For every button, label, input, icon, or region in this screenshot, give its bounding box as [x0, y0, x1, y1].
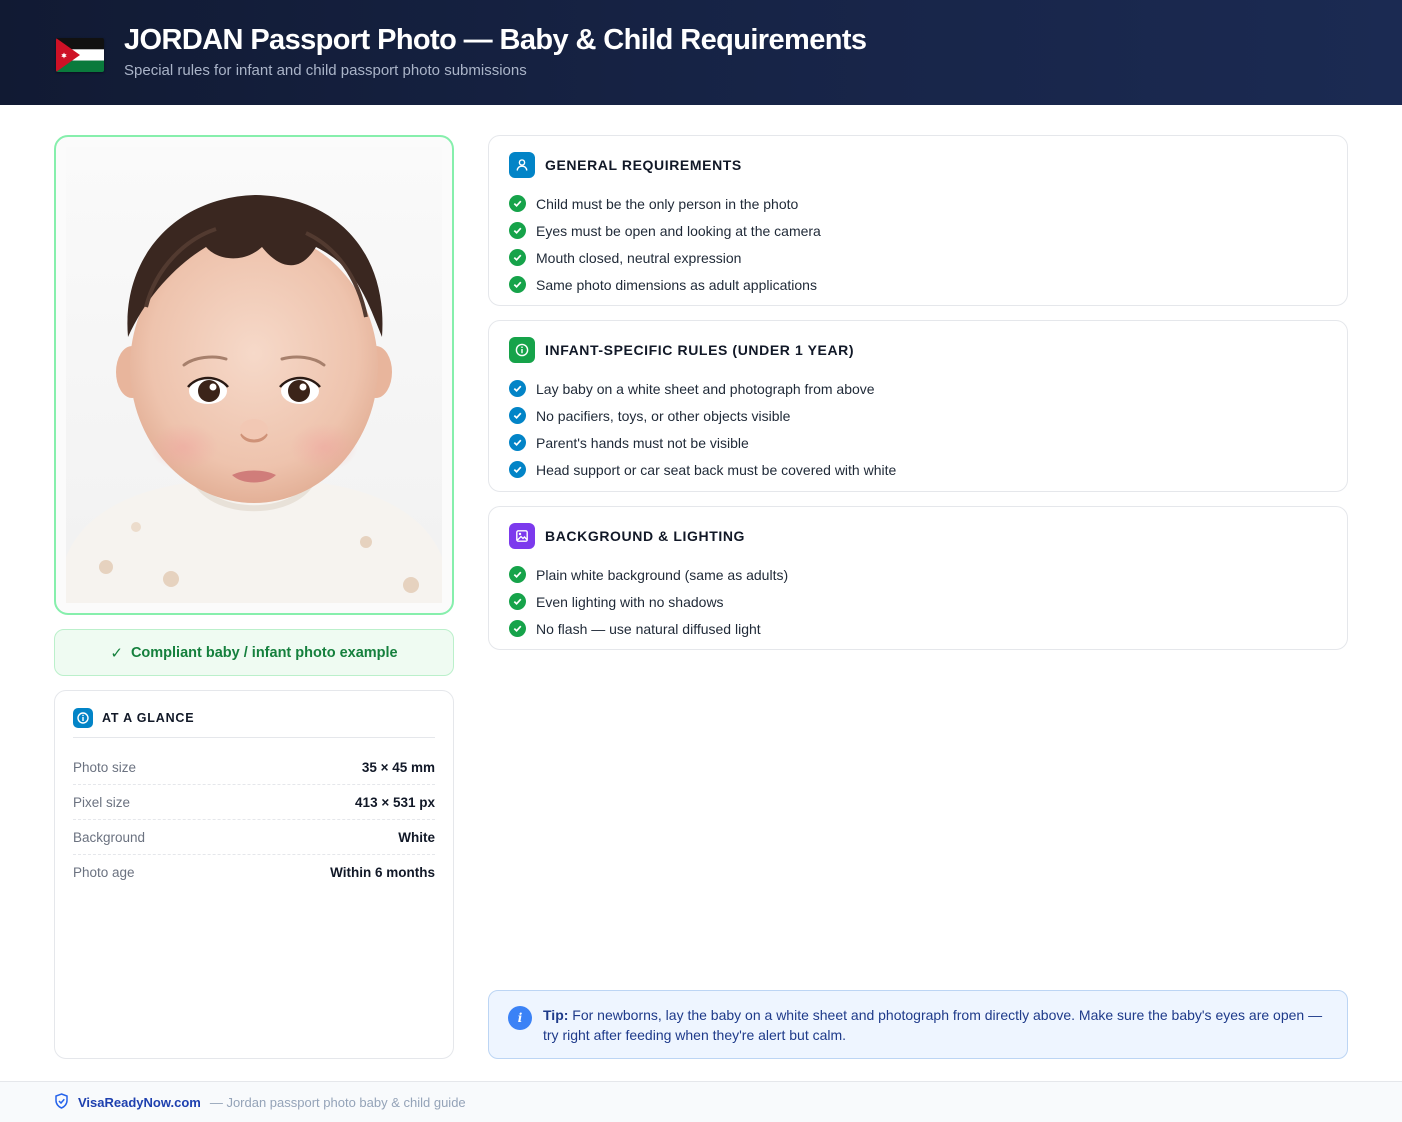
at-a-glance-card: AT A GLANCE Photo size 35 × 45 mm Pixel …	[54, 690, 454, 1059]
at-a-glance-title: AT A GLANCE	[102, 711, 195, 725]
tip-box: i Tip: For newborns, lay the baby on a w…	[488, 990, 1348, 1059]
shield-check-icon	[54, 1092, 69, 1112]
check-icon	[509, 195, 526, 212]
check-icon	[509, 249, 526, 266]
list-item-text: Mouth closed, neutral expression	[536, 249, 742, 266]
list-item: Child must be the only person in the pho…	[509, 190, 821, 217]
info-icon: i	[508, 1006, 532, 1030]
list-item: No pacifiers, toys, or other objects vis…	[509, 402, 896, 429]
glance-row-background: Background White	[73, 820, 435, 855]
glance-row-photo-age: Photo age Within 6 months	[73, 855, 435, 890]
checkmark-icon: ✓	[110, 644, 123, 662]
tip-body: For newborns, lay the baby on a white sh…	[543, 1007, 1323, 1043]
section-title: INFANT-SPECIFIC RULES (UNDER 1 YEAR)	[545, 342, 855, 358]
page-footer: VisaReadyNow.com — Jordan passport photo…	[0, 1081, 1402, 1122]
glance-row-label: Background	[73, 829, 146, 845]
compliant-photo-caption: ✓ Compliant baby / infant photo example	[54, 629, 454, 676]
section-title: BACKGROUND & LIGHTING	[545, 528, 746, 544]
footer-brand-link[interactable]: VisaReadyNow.com	[78, 1095, 201, 1110]
example-photo-card	[54, 135, 454, 615]
check-icon	[509, 566, 526, 583]
list-item-text: Child must be the only person in the pho…	[536, 195, 799, 212]
caption-text: Compliant baby / infant photo example	[130, 644, 398, 661]
section-header: GENERAL REQUIREMENTS	[509, 152, 742, 178]
glance-row-value: Within 6 months	[330, 865, 435, 880]
list-item: Lay baby on a white sheet and photograph…	[509, 375, 896, 402]
general-requirements-card: GENERAL REQUIREMENTS Child must be the o…	[488, 135, 1348, 306]
list-item: Mouth closed, neutral expression	[509, 244, 821, 271]
page-title: JORDAN Passport Photo — Baby & Child Req…	[124, 24, 867, 56]
jordan-flag-icon	[56, 38, 104, 72]
list-item: No flash — use natural diffused light	[509, 615, 788, 642]
list-item-text: Same photo dimensions as adult applicati…	[536, 276, 817, 293]
info-icon	[509, 337, 535, 363]
footer-description: — Jordan passport photo baby & child gui…	[209, 1094, 466, 1110]
check-icon	[509, 461, 526, 478]
glance-row-label: Photo age	[73, 865, 135, 880]
check-icon	[509, 380, 526, 397]
glance-row-value: 35 × 45 mm	[361, 759, 435, 775]
page-header: JORDAN Passport Photo — Baby & Child Req…	[0, 0, 1402, 105]
glance-row-label: Photo size	[73, 759, 137, 775]
list-item-text: Lay baby on a white sheet and photograph…	[536, 380, 875, 397]
section-header: BACKGROUND & LIGHTING	[509, 523, 745, 549]
tip-label: Tip:	[543, 1007, 569, 1023]
list-item-text: Even lighting with no shadows	[536, 593, 724, 610]
baby-photo-illustration	[66, 147, 442, 603]
tip-text: Tip: For newborns, lay the baby on a whi…	[543, 1005, 1333, 1045]
section-title: GENERAL REQUIREMENTS	[545, 157, 742, 173]
list-item: Plain white background (same as adults)	[509, 561, 788, 588]
list-item-text: Head support or car seat back must be co…	[536, 461, 897, 478]
list-item: Parent's hands must not be visible	[509, 429, 896, 456]
check-icon	[509, 222, 526, 239]
check-icon	[509, 434, 526, 451]
image-icon	[509, 523, 535, 549]
glance-row-photo-size: Photo size 35 × 45 mm	[73, 750, 435, 785]
section-header: INFANT-SPECIFIC RULES (UNDER 1 YEAR)	[509, 337, 854, 363]
check-icon	[509, 276, 526, 293]
page-subtitle: Special rules for infant and child passp…	[124, 62, 527, 79]
infant-rules-card: INFANT-SPECIFIC RULES (UNDER 1 YEAR) Lay…	[488, 320, 1348, 492]
list-item: Head support or car seat back must be co…	[509, 456, 896, 483]
requirement-list: Lay baby on a white sheet and photograph…	[509, 375, 896, 483]
list-item: Even lighting with no shadows	[509, 588, 788, 615]
glance-row-value: 413 × 531 px	[355, 794, 435, 810]
glance-row-label: Pixel size	[73, 794, 131, 810]
glance-row-value: White	[398, 829, 435, 845]
list-item: Eyes must be open and looking at the cam…	[509, 217, 821, 244]
list-item: Same photo dimensions as adult applicati…	[509, 271, 821, 298]
list-item-text: No pacifiers, toys, or other objects vis…	[536, 407, 791, 424]
check-icon	[509, 593, 526, 610]
requirement-list: Child must be the only person in the pho…	[509, 190, 821, 298]
list-item-text: No flash — use natural diffused light	[536, 620, 761, 637]
check-icon	[509, 620, 526, 637]
glance-row-pixel-size: Pixel size 413 × 531 px	[73, 785, 435, 820]
check-icon	[509, 407, 526, 424]
at-a-glance-header: AT A GLANCE	[73, 708, 435, 738]
list-item-text: Eyes must be open and looking at the cam…	[536, 222, 821, 239]
list-item-text: Parent's hands must not be visible	[536, 434, 749, 451]
info-icon	[73, 708, 93, 728]
list-item-text: Plain white background (same as adults)	[536, 566, 789, 583]
requirement-list: Plain white background (same as adults) …	[509, 561, 788, 642]
person-icon	[509, 152, 535, 178]
background-lighting-card: BACKGROUND & LIGHTING Plain white backgr…	[488, 506, 1348, 650]
